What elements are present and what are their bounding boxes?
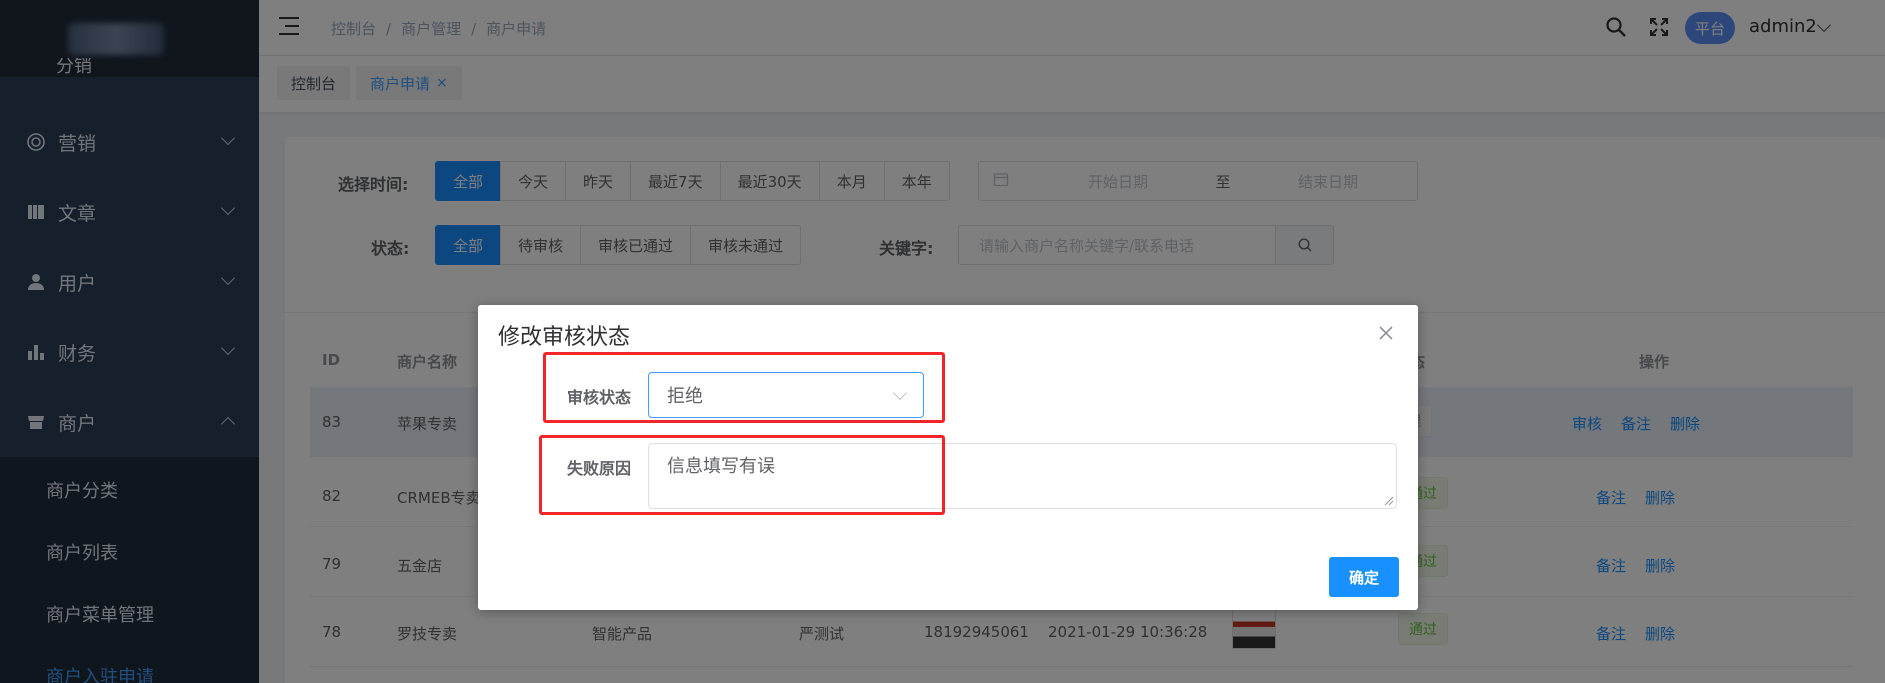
confirm-button[interactable]: 确定 bbox=[1329, 557, 1399, 597]
highlight-box-reason bbox=[539, 435, 945, 515]
close-icon[interactable] bbox=[1376, 323, 1396, 343]
resize-handle-icon[interactable] bbox=[1383, 495, 1393, 505]
review-status-dialog: 修改审核状态 审核状态 拒绝 失败原因 信息填写有误 确定 bbox=[478, 305, 1418, 610]
highlight-box-status bbox=[543, 352, 945, 423]
dialog-title: 修改审核状态 bbox=[498, 325, 631, 350]
